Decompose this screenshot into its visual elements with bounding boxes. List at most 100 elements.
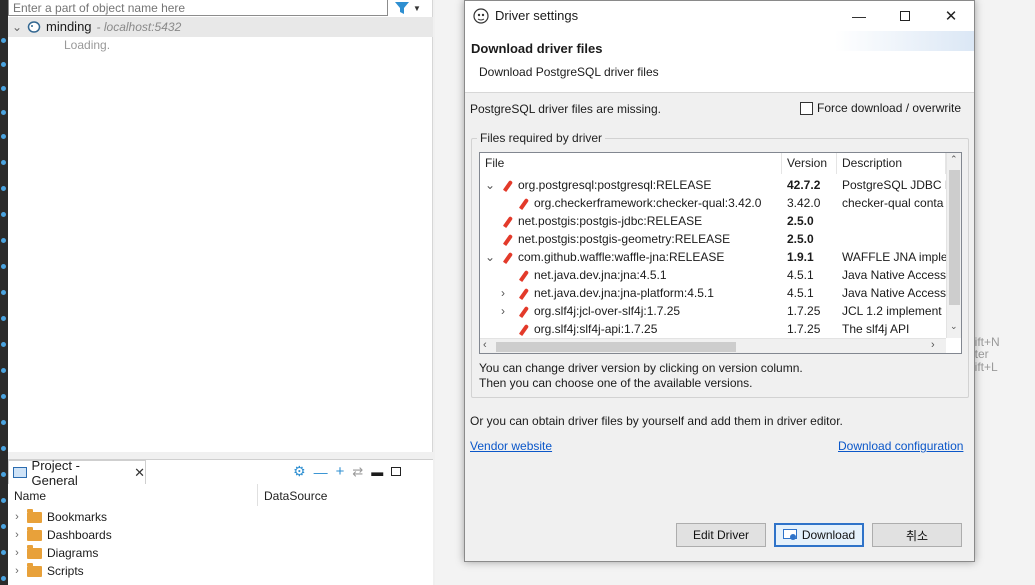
header-title: Download driver files <box>471 41 603 56</box>
project-item-diagrams[interactable]: › Diagrams <box>12 544 112 562</box>
project-items: › Bookmarks › Dashboards › Diagrams › Sc… <box>12 508 112 580</box>
table-row[interactable]: org.slf4j:slf4j-api:1.7.25 1.7.25 The slf4… <box>480 320 946 338</box>
vertical-scrollbar[interactable]: ⌃ ⌄ <box>946 153 961 338</box>
file-cell: net.java.dev.jna:jna-platform:4.5.1 <box>534 286 714 300</box>
minimize-button[interactable]: — <box>836 1 882 31</box>
table-row[interactable]: › org.slf4j:jcl-over-slf4j:1.7.25 1.7.25 JC… <box>480 302 946 320</box>
horizontal-scrollbar[interactable]: ‹ › <box>480 338 946 353</box>
loading-label: Loading. <box>64 38 111 52</box>
column-header-description[interactable]: Description <box>837 153 946 174</box>
project-item-dashboards[interactable]: › Dashboards <box>12 526 112 544</box>
toolbar-dot-icon <box>1 110 6 115</box>
scroll-down-icon[interactable]: ⌄ <box>950 321 958 332</box>
file-cell: net.postgis:postgis-geometry:RELEASE <box>518 232 731 246</box>
version-cell[interactable]: 4.5.1 <box>787 284 814 302</box>
chevron-down-icon[interactable]: ⌄ <box>485 248 495 266</box>
description-cell: Java Native Access <box>842 268 946 282</box>
version-cell[interactable]: 42.7.2 <box>787 176 820 194</box>
version-cell[interactable]: 1.7.25 <box>787 302 820 320</box>
version-cell[interactable]: 4.5.1 <box>787 266 814 284</box>
jar-quill-icon <box>502 176 513 194</box>
database-navigator-panel <box>8 0 433 452</box>
toolbar-dot-icon <box>1 238 6 243</box>
link-icon[interactable]: ⇄ <box>352 464 363 480</box>
project-item-bookmarks[interactable]: › Bookmarks <box>12 508 112 526</box>
object-filter-input[interactable] <box>8 0 388 16</box>
scrollbar-thumb[interactable] <box>949 170 960 305</box>
minimize-icon[interactable]: ▬ <box>371 465 383 479</box>
force-download-label: Force download / overwrite <box>817 101 962 115</box>
version-cell[interactable]: 3.42.0 <box>787 194 820 212</box>
toolbar-dot-icon <box>1 550 6 555</box>
table-row[interactable]: net.postgis:postgis-geometry:RELEASE 2.5.… <box>480 230 946 248</box>
version-cell[interactable]: 2.5.0 <box>787 212 814 230</box>
scroll-left-icon[interactable]: ‹ <box>483 339 487 351</box>
collapse-icon[interactable]: — <box>314 464 328 480</box>
maximize-icon[interactable] <box>391 467 402 476</box>
project-item-label: Dashboards <box>47 528 112 542</box>
column-header-version[interactable]: Version <box>782 153 837 174</box>
files-group-label: Files required by driver <box>477 131 606 145</box>
toolbar-icons <box>0 0 8 585</box>
scrollbar-thumb[interactable] <box>496 342 736 352</box>
chevron-down-icon[interactable]: ⌄ <box>12 20 22 34</box>
filter-dropdown[interactable]: ▼ <box>394 0 432 16</box>
download-configuration-link[interactable]: Download configuration <box>838 439 963 453</box>
chevron-right-icon[interactable]: › <box>12 547 22 559</box>
column-header-datasource[interactable]: DataSource <box>264 489 327 503</box>
version-hint-2: Then you can choose one of the available… <box>479 376 753 390</box>
connection-node[interactable]: ⌄ minding - localhost:5432 <box>12 19 181 34</box>
toolbar-dot-icon <box>1 160 6 165</box>
add-icon[interactable]: + <box>336 463 345 480</box>
chevron-right-icon[interactable]: › <box>12 511 22 523</box>
table-row[interactable]: ⌄ com.github.waffle:waffle-jna:RELEASE 1.9… <box>480 248 946 266</box>
project-item-scripts[interactable]: › Scripts <box>12 562 112 580</box>
chevron-right-icon[interactable]: › <box>501 302 505 320</box>
connection-name: minding <box>46 19 92 34</box>
chevron-right-icon[interactable]: › <box>12 565 22 577</box>
version-cell[interactable]: 1.7.25 <box>787 320 820 338</box>
jar-quill-icon <box>502 212 513 230</box>
jar-quill-icon <box>518 194 529 212</box>
scroll-right-icon[interactable]: › <box>931 339 935 351</box>
table-row[interactable]: › net.java.dev.jna:jna-platform:4.5.1 4.5.… <box>480 284 946 302</box>
file-cell: org.slf4j:slf4j-api:1.7.25 <box>534 322 658 336</box>
edit-driver-button[interactable]: Edit Driver <box>676 523 766 547</box>
scroll-up-icon[interactable]: ⌃ <box>950 154 958 165</box>
column-header-file[interactable]: File <box>480 153 782 174</box>
vendor-website-link[interactable]: Vendor website <box>470 439 552 453</box>
driver-files-table[interactable]: File Version Description ⌄ org.postgresql… <box>479 152 962 354</box>
download-icon <box>782 529 797 540</box>
force-download-checkbox[interactable]: Force download / overwrite <box>800 101 961 115</box>
project-icon <box>13 467 27 478</box>
maximize-icon <box>900 11 910 21</box>
file-cell: org.slf4j:jcl-over-slf4j:1.7.25 <box>534 304 681 318</box>
download-button[interactable]: Download <box>774 523 864 547</box>
download-label: Download <box>801 528 856 542</box>
version-cell[interactable]: 1.9.1 <box>787 248 814 266</box>
chevron-down-icon[interactable]: ⌄ <box>485 176 495 194</box>
description-cell: JCL 1.2 implement <box>842 304 942 318</box>
driver-settings-dialog: Driver settings — ✕ Download driver file… <box>464 0 975 562</box>
toolbar-dot-icon <box>1 472 6 477</box>
version-cell[interactable]: 2.5.0 <box>787 230 814 248</box>
chevron-right-icon[interactable]: › <box>12 529 22 541</box>
edit-driver-label: Edit Driver <box>692 528 749 542</box>
column-header-name[interactable]: Name <box>14 489 46 503</box>
toolbar-dot-icon <box>1 86 6 91</box>
close-icon[interactable]: ✕ <box>134 465 145 481</box>
close-button[interactable]: ✕ <box>928 1 974 31</box>
table-row[interactable]: ⌄ org.postgresql:postgresql:RELEASE 42.7.2… <box>480 176 946 194</box>
cancel-button[interactable]: 취소 <box>872 523 962 547</box>
table-row[interactable]: net.java.dev.jna:jna:4.5.1 4.5.1 Java Nati… <box>480 266 946 284</box>
table-row[interactable]: org.checkerframework:checker-qual:3.42.0… <box>480 194 946 212</box>
tab-project-general[interactable]: Project - General ✕ <box>8 458 146 488</box>
checkbox-box[interactable] <box>800 101 813 115</box>
chevron-right-icon[interactable]: › <box>501 284 505 302</box>
maximize-button[interactable] <box>882 1 928 31</box>
dialog-titlebar[interactable]: Driver settings — ✕ <box>465 1 974 31</box>
table-row[interactable]: net.postgis:postgis-jdbc:RELEASE 2.5.0 <box>480 212 946 230</box>
gear-icon[interactable]: ⚙ <box>293 463 306 480</box>
postgresql-elephant-icon <box>27 20 41 33</box>
diagrams-folder-icon <box>27 544 42 559</box>
